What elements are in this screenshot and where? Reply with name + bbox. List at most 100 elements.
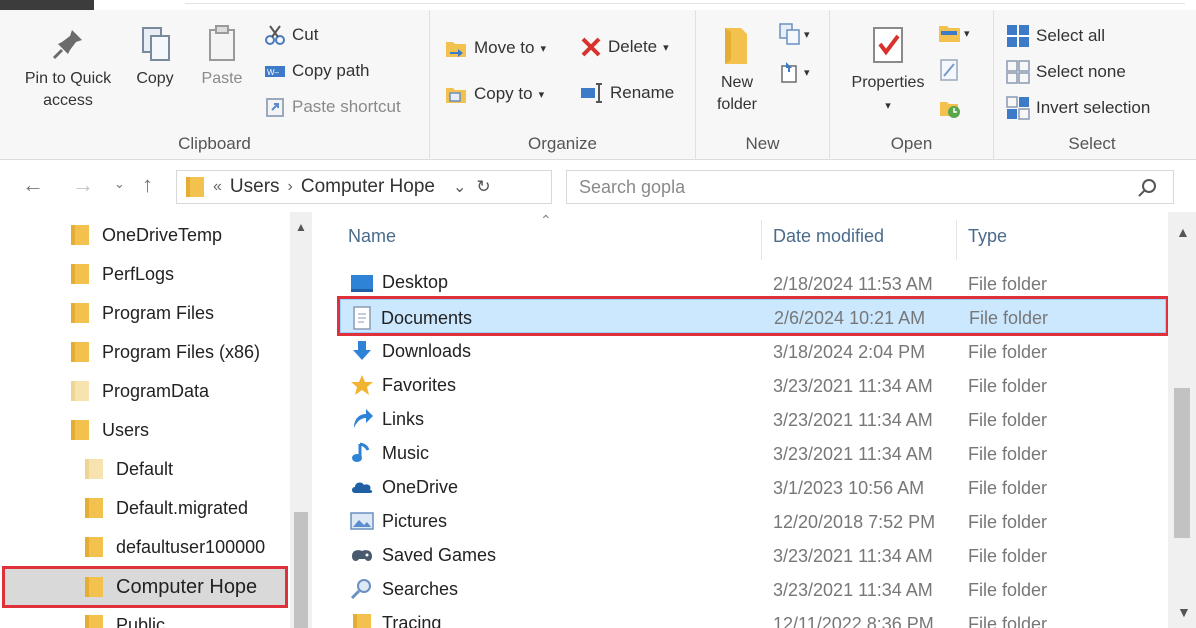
delete-button[interactable]: Delete ▾ [580,36,669,58]
rename-label: Rename [610,83,675,102]
header-divider[interactable] [956,220,957,260]
tree-item-public[interactable]: Public [84,608,165,628]
star-icon [351,375,373,395]
copy-path-button[interactable]: W– Copy path [264,60,370,82]
rename-button[interactable]: Rename [580,82,674,104]
select-all-button[interactable]: Select all [1006,24,1105,48]
file-name: Tracing [382,612,442,628]
tree-item-program-files[interactable]: Program Files [70,296,214,330]
history-button[interactable] [938,96,968,120]
delete-label: Delete [608,37,658,56]
file-name: Links [382,408,425,429]
column-header-date-modified[interactable]: Date modified [773,226,884,247]
file-row-downloads[interactable]: Downloads 3/18/2024 2:04 PM File folder [340,334,1166,368]
paste-shortcut-button[interactable]: Paste shortcut [264,96,401,118]
file-type: File folder [968,478,1048,498]
address-bar[interactable]: « Users › Computer Hope ⌄ ↻ [176,170,552,204]
file-row-desktop[interactable]: Desktop 2/18/2024 11:53 AM File folder [340,266,1166,300]
paste-shortcut-icon [266,98,284,117]
invert-selection-button[interactable]: Invert selection [1006,96,1150,120]
invert-selection-label: Invert selection [1036,98,1151,117]
up-arrow-icon[interactable]: ↑ [142,172,153,198]
select-none-button[interactable]: Select none [1006,60,1126,84]
scroll-up-icon[interactable]: ▲ [295,220,307,234]
scroll-down-icon[interactable]: ▼ [1177,604,1191,620]
file-row-links[interactable]: Links 3/23/2021 11:34 AM File folder [340,402,1166,436]
delete-x-icon [581,37,601,57]
tree-item-programdata[interactable]: ProgramData [70,374,209,408]
file-date: 3/18/2024 2:04 PM [773,342,926,362]
new-folder-icon [725,28,747,64]
move-to-button[interactable]: Move to ▾ [444,36,546,60]
new-item-button[interactable]: ▾ [778,22,810,46]
tree-item-default-migrated[interactable]: Default.migrated [84,491,248,525]
folder-icon [353,614,371,628]
new-group: New folder ▾ ▾ New [696,10,830,160]
navigation-scrollbar[interactable]: ▲ [290,212,312,628]
open-button[interactable]: ▾ [938,22,970,44]
file-list-scrollbar-thumb[interactable] [1174,388,1190,538]
folder-icon [85,615,103,628]
file-tab[interactable] [0,0,94,10]
search-box[interactable]: Search gopla [566,170,1174,204]
folder-icon [71,420,89,440]
folder-icon [85,577,103,597]
cut-button[interactable]: Cut [264,24,318,46]
edit-button[interactable] [938,58,966,82]
delete-chevron-icon: ▾ [663,41,669,54]
copy-button[interactable]: Copy [128,24,182,90]
refresh-icon[interactable]: ↻ [476,177,490,197]
file-row-favorites[interactable]: Favorites 3/23/2021 11:34 AM File folder [340,368,1166,402]
tree-item-defaultuser100000[interactable]: defaultuser100000 [84,530,265,564]
file-row-onedrive[interactable]: OneDrive 3/1/2023 10:56 AM File folder [340,470,1166,504]
properties-button[interactable]: Properties ▾ [840,24,936,117]
tree-item-program-files-x86[interactable]: Program Files (x86) [70,335,260,369]
copy-to-button[interactable]: Copy to ▾ [444,82,544,106]
forward-arrow-icon[interactable]: → [72,172,94,198]
ribbon: Pin to Quick access Copy Paste Cut W– Co… [0,10,1196,160]
breadcrumb-users[interactable]: Users [230,176,280,198]
new-folder-button[interactable]: New folder [706,24,768,116]
file-row-documents[interactable]: Documents 2/6/2024 10:21 AM File folder [337,296,1169,336]
download-arrow-icon [353,341,371,360]
tree-item-onedrivetemp[interactable]: OneDriveTemp [70,218,222,252]
file-name: Searches [382,578,459,599]
back-arrow-icon[interactable]: ← [22,172,44,198]
organize-group-title: Organize [528,134,597,153]
column-header-type[interactable]: Type [968,226,1007,247]
search-input[interactable]: Search gopla [579,177,685,198]
address-dropdown-icon[interactable]: ⌄ [453,177,466,197]
search-icon[interactable] [1137,177,1159,199]
breadcrumb-computer-hope[interactable]: Computer Hope [301,176,435,198]
open-chevron-icon: ▾ [964,27,970,40]
address-overflow[interactable]: « [213,178,222,196]
pin-to-quick-access-button[interactable]: Pin to Quick access [14,24,122,112]
navigation-scrollbar-thumb[interactable] [294,512,308,628]
file-row-tracing[interactable]: Tracing 12/11/2022 8:36 PM File folder [340,606,1166,628]
file-name: Documents [381,307,473,328]
recent-locations-chevron-icon[interactable]: ⌄ [114,176,125,192]
open-folder-icon [939,26,960,42]
easy-access-button[interactable]: ▾ [778,60,810,84]
file-name: Downloads [382,340,472,361]
sort-chevron-icon: ⌃ [540,212,552,228]
scissors-icon [265,25,285,45]
file-type: File folder [968,410,1048,430]
file-date: 12/11/2022 8:36 PM [773,614,934,628]
tree-item-default[interactable]: Default [84,452,173,486]
tree-item-perflogs[interactable]: PerfLogs [70,257,174,291]
file-row-pictures[interactable]: Pictures 12/20/2018 7:52 PM File folder [340,504,1166,538]
tree-item-users[interactable]: Users [70,413,149,447]
file-row-saved-games[interactable]: Saved Games 3/23/2021 11:34 AM File fold… [340,538,1166,572]
scroll-up-icon[interactable]: ▲ [1176,224,1190,240]
column-header-name[interactable]: Name [348,226,396,247]
file-row-music[interactable]: Music 3/23/2021 11:34 AM File folder [340,436,1166,470]
tree-item-label: Default.migrated [116,497,249,518]
paste-button[interactable]: Paste [194,24,250,90]
file-list-scrollbar[interactable]: ▲ ▼ [1168,212,1196,628]
document-icon [353,306,371,330]
link-arrow-icon [354,409,373,428]
header-divider[interactable] [761,220,762,260]
file-row-searches[interactable]: Searches 3/23/2021 11:34 AM File folder [340,572,1166,606]
tree-item-computer-hope[interactable]: Computer Hope [2,566,288,608]
